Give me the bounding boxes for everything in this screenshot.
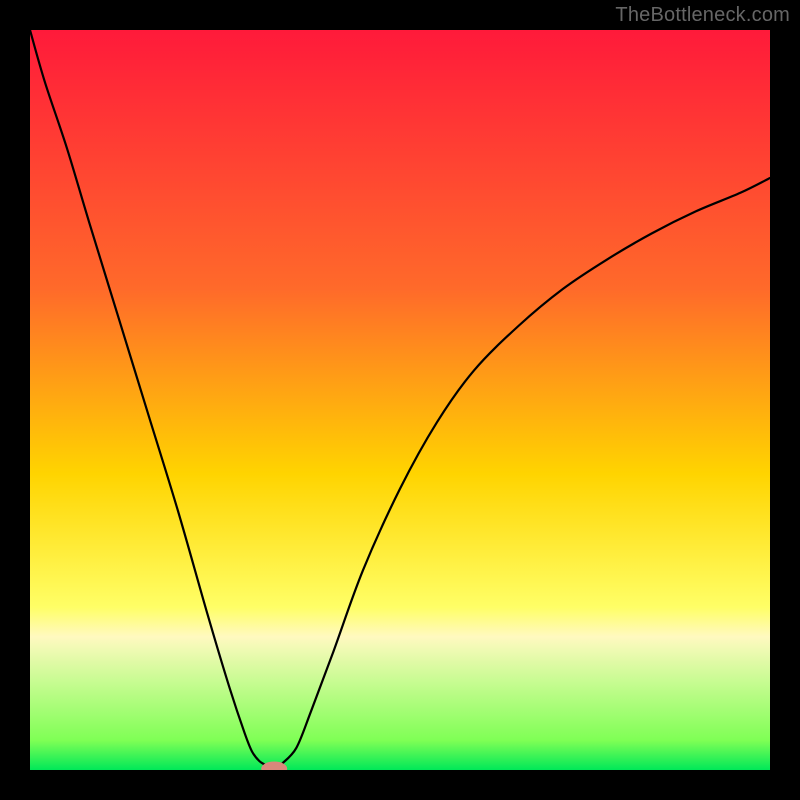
gradient-background <box>30 30 770 770</box>
chart-svg <box>30 30 770 770</box>
watermark-text: TheBottleneck.com <box>615 4 790 27</box>
chart-area <box>30 30 770 770</box>
